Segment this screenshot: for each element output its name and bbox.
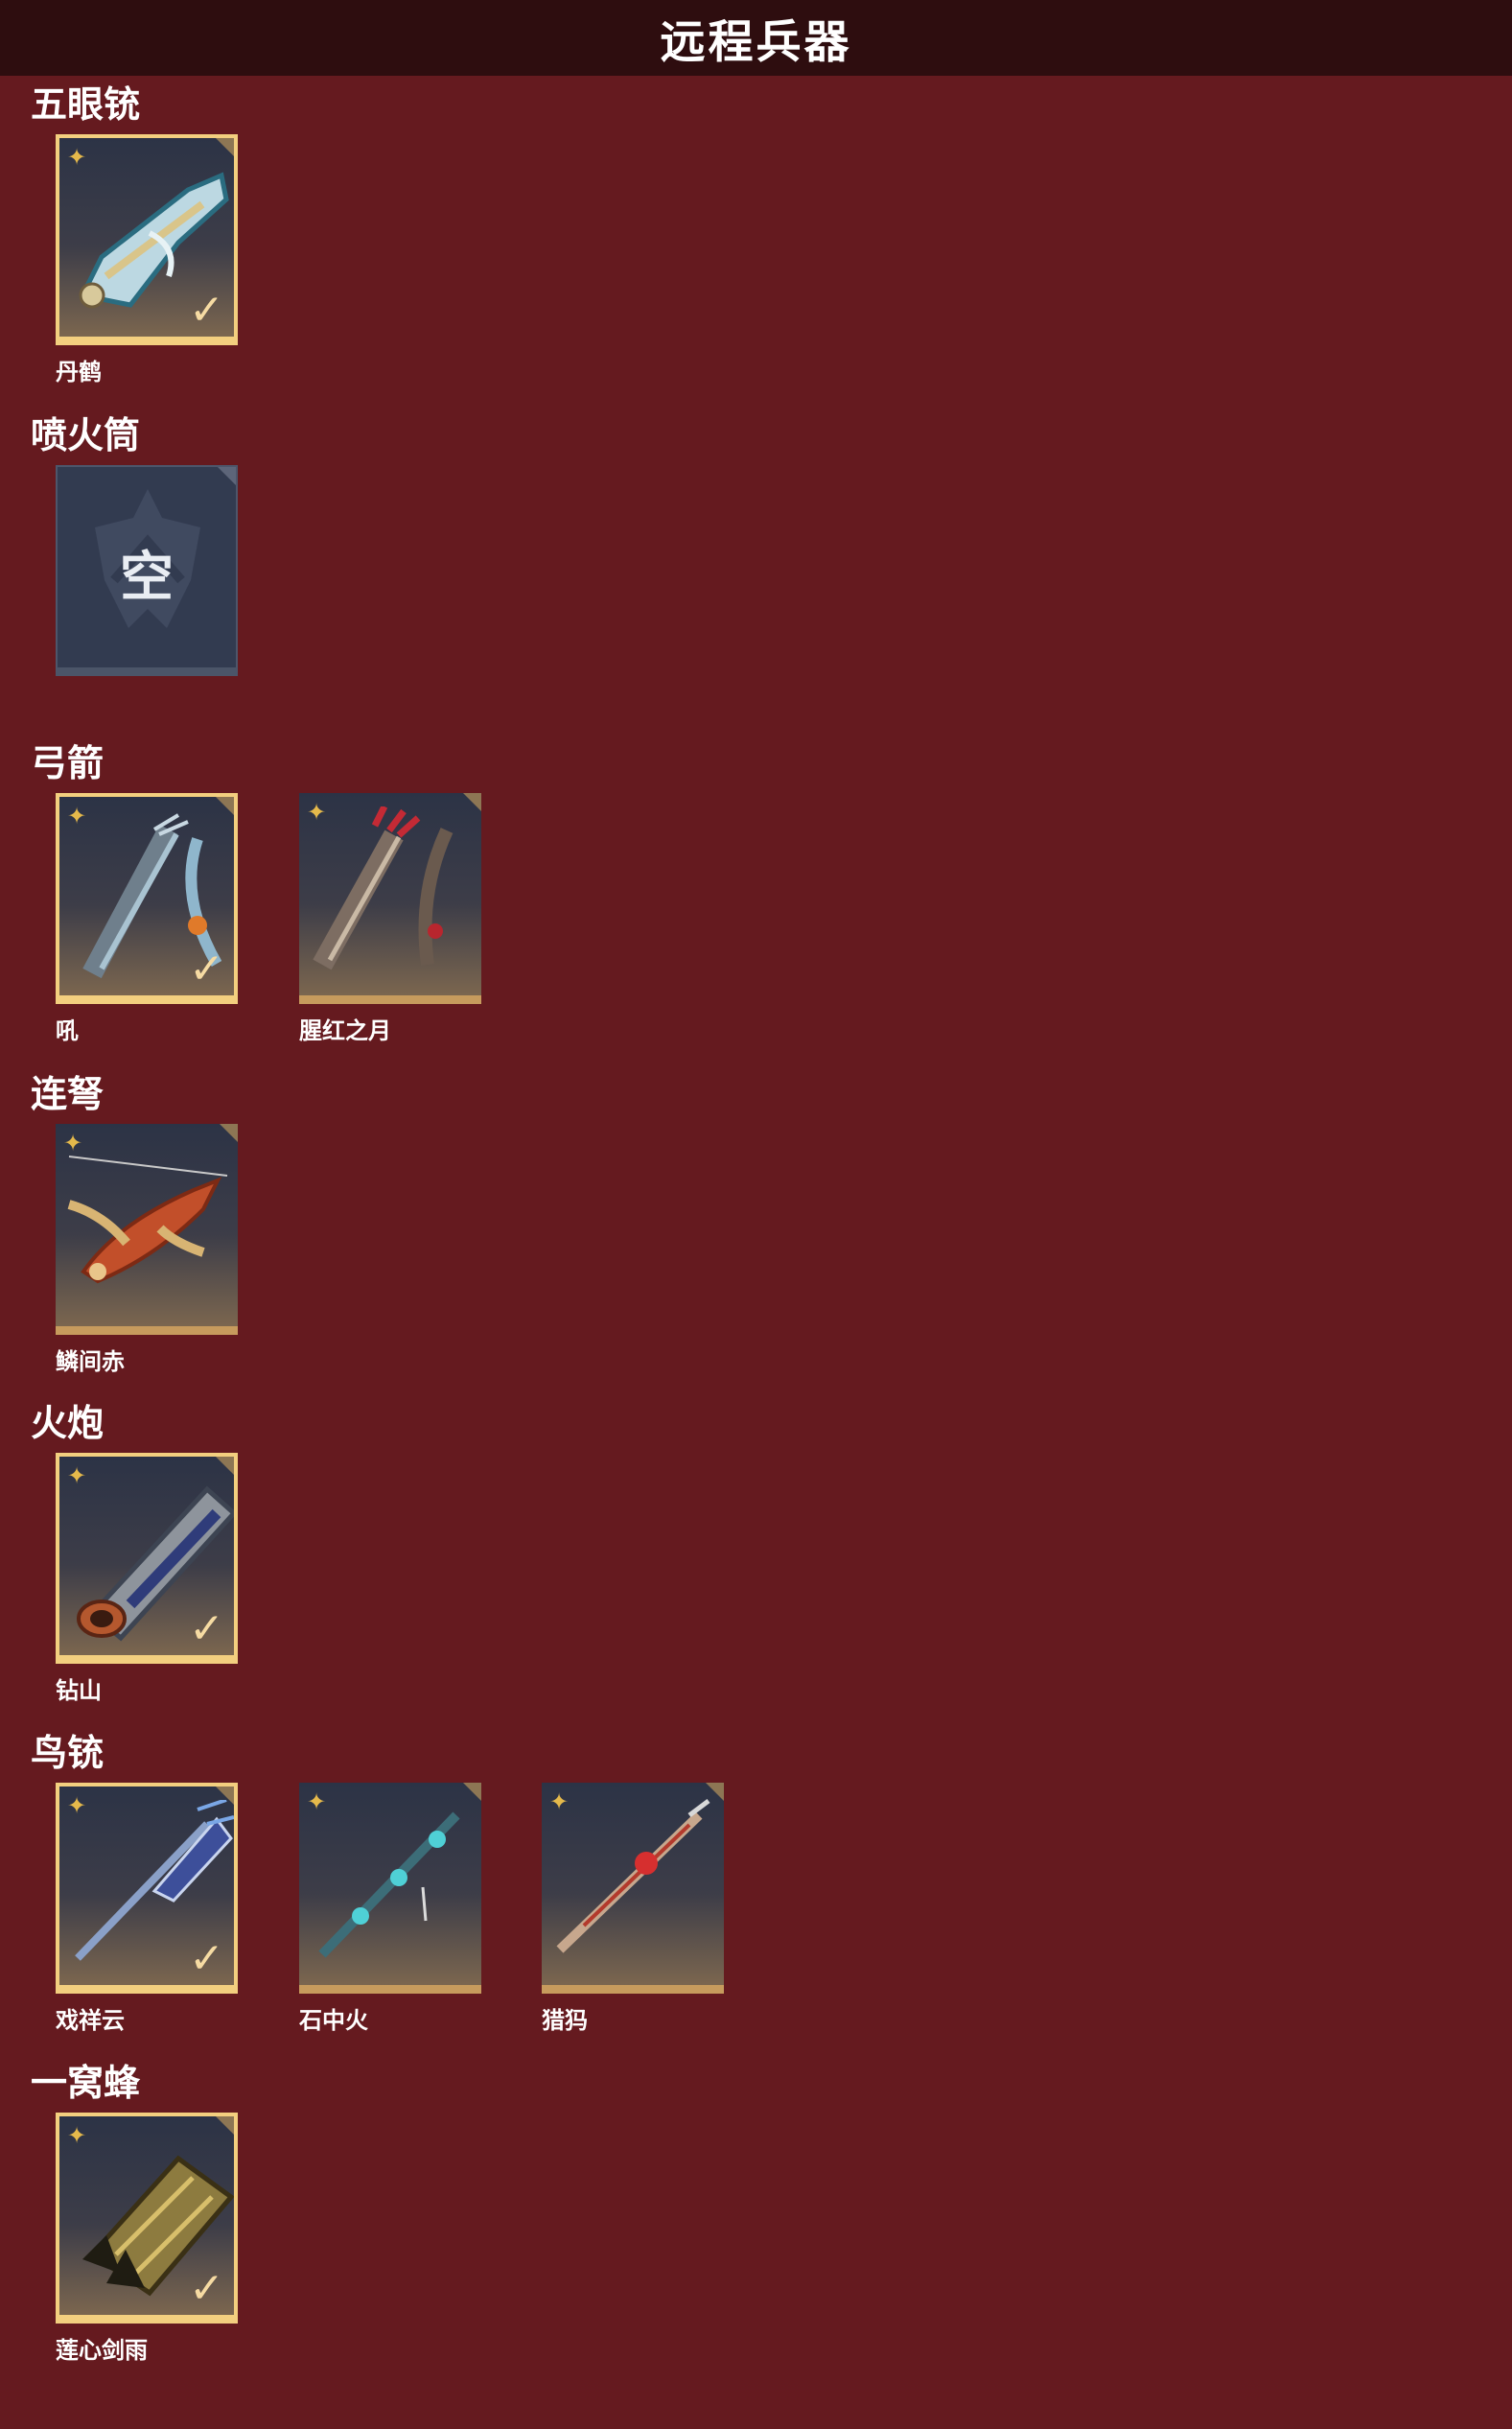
page-title: 远程兵器 bbox=[660, 16, 852, 69]
rifle-weapon-image bbox=[318, 1811, 460, 1958]
weapon-name: 猎犸 bbox=[542, 2007, 588, 2034]
rifle-weapon-image bbox=[556, 1799, 710, 1953]
weapon-name: 腥红之月 bbox=[299, 1017, 391, 1044]
weapon-card[interactable]: ✦ ✓ bbox=[56, 134, 238, 345]
weapon-card[interactable]: ✦ ✓ bbox=[56, 2113, 238, 2324]
checkmark-icon: ✓ bbox=[189, 2264, 224, 2313]
checkmark-icon: ✓ bbox=[189, 1604, 224, 1653]
weapon-name: 吼 bbox=[56, 1017, 79, 1044]
weapon-name: 石中火 bbox=[299, 2007, 368, 2034]
page-header: 远程兵器 bbox=[0, 0, 1512, 76]
weapon-name: 钻山 bbox=[56, 1677, 102, 1704]
category-title: 连弩 bbox=[31, 1073, 105, 1115]
weapon-card[interactable]: ✦ bbox=[299, 1783, 481, 1994]
four-point-star-icon: ✦ bbox=[307, 1788, 327, 1815]
weapon-card[interactable]: ✦ bbox=[542, 1783, 724, 1994]
four-point-star-icon: ✦ bbox=[67, 144, 87, 171]
weapon-card[interactable]: ✦ bbox=[56, 1124, 238, 1335]
corner-badge-icon bbox=[218, 467, 236, 485]
category-title: 火炮 bbox=[31, 1402, 105, 1444]
four-point-star-icon: ✦ bbox=[67, 1792, 87, 1819]
empty-weapon-slot[interactable]: 空 bbox=[56, 465, 238, 676]
category-title: 五眼铳 bbox=[31, 83, 141, 126]
weapon-card[interactable]: ✦ bbox=[299, 793, 481, 1004]
checkmark-icon: ✓ bbox=[189, 1934, 224, 1983]
weapon-name: 莲心剑雨 bbox=[56, 2337, 148, 2364]
bow-weapon-image bbox=[313, 806, 454, 970]
four-point-star-icon: ✦ bbox=[67, 1462, 87, 1489]
weapon-name: 鳞间赤 bbox=[56, 1348, 125, 1375]
weapon-name: 丹鹤 bbox=[56, 359, 102, 385]
crossbow-weapon-image bbox=[67, 1156, 228, 1284]
four-point-star-icon: ✦ bbox=[549, 1788, 570, 1815]
empty-slot-label: 空 bbox=[120, 547, 174, 609]
four-point-star-icon: ✦ bbox=[67, 2122, 87, 2149]
weapon-name: 戏祥云 bbox=[56, 2007, 125, 2034]
checkmark-icon: ✓ bbox=[189, 286, 224, 335]
category-title: 喷火筒 bbox=[31, 414, 141, 456]
category-title: 弓箭 bbox=[31, 742, 105, 784]
checkmark-icon: ✓ bbox=[189, 945, 224, 993]
four-point-star-icon: ✦ bbox=[307, 799, 327, 826]
weapon-card[interactable]: ✦ ✓ bbox=[56, 1783, 238, 1994]
four-point-star-icon: ✦ bbox=[67, 803, 87, 829]
category-title: 一窝蜂 bbox=[31, 2062, 141, 2104]
category-title: 鸟铳 bbox=[31, 1732, 105, 1774]
weapon-card[interactable]: ✦ ✓ bbox=[56, 793, 238, 1004]
weapon-card[interactable]: ✦ ✓ bbox=[56, 1453, 238, 1664]
four-point-star-icon: ✦ bbox=[63, 1130, 83, 1156]
